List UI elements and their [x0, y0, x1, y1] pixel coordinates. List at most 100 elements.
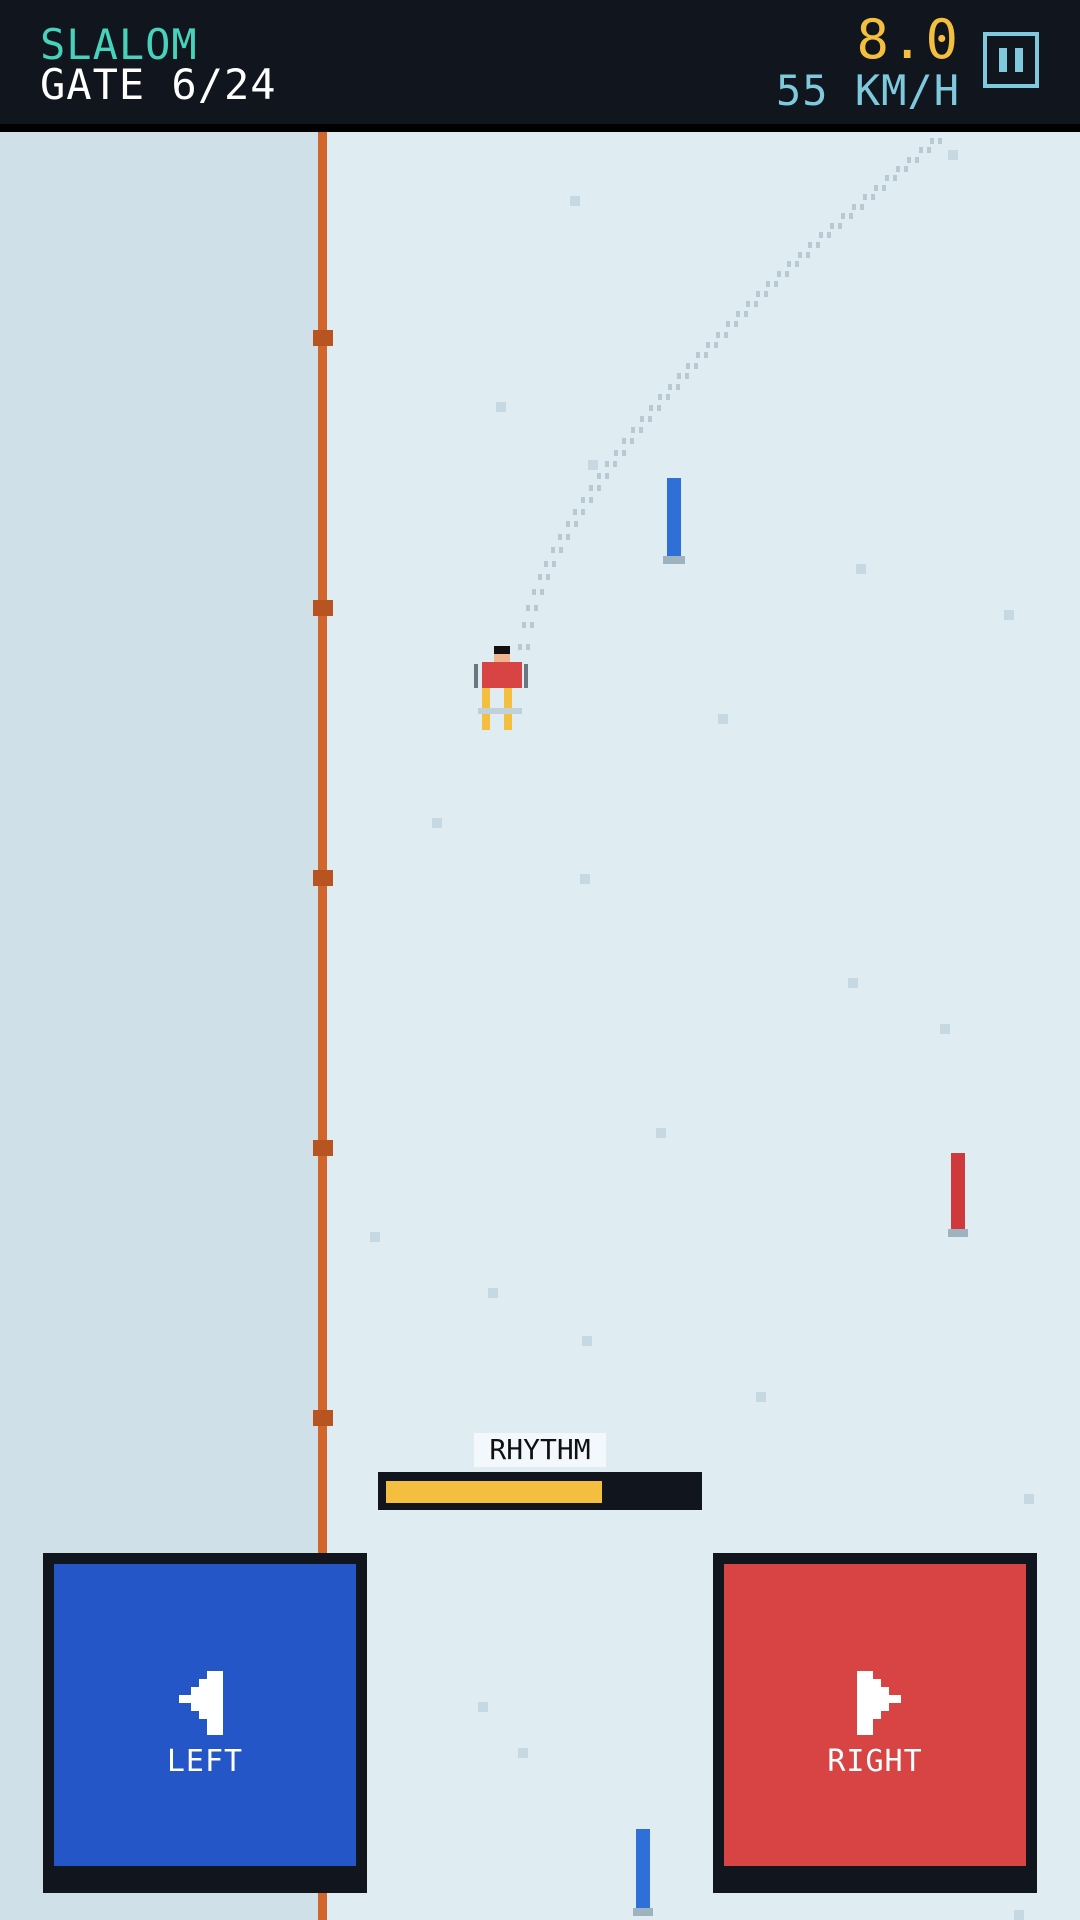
snow-speck — [656, 1128, 666, 1138]
ski-trail-mark — [613, 449, 618, 456]
snow-speck — [756, 1392, 766, 1402]
ski-trail-mark — [639, 427, 644, 434]
gate-counter: GATE 6/24 — [40, 60, 277, 109]
ski-trail-mark — [755, 291, 760, 298]
snow-speck — [518, 1748, 528, 1758]
ski-trail-mark — [881, 184, 886, 191]
ski-trail-mark — [537, 574, 542, 581]
gate-pole-red — [951, 1153, 965, 1231]
ski-trail-mark — [558, 533, 563, 540]
snow-speck — [432, 818, 442, 828]
arrow-right-icon — [857, 1671, 901, 1735]
ski-trail-mark — [918, 147, 923, 154]
snow-speck — [588, 460, 598, 470]
ski-trail-mark — [622, 438, 627, 445]
ski-trail-mark — [743, 311, 748, 318]
ski-trail-mark — [926, 147, 931, 154]
ski-trail-mark — [808, 241, 813, 248]
steer-left-button[interactable]: LEFT — [43, 1553, 367, 1893]
ski-trail-mark — [840, 213, 845, 220]
ski-trail-mark — [529, 621, 534, 628]
ski-trail-mark — [544, 560, 549, 567]
ski-trail-mark — [551, 547, 556, 554]
ski-trail-mark — [649, 405, 654, 412]
snow-spray — [478, 708, 522, 714]
ski-trail-mark — [753, 301, 758, 308]
steer-left-face: LEFT — [54, 1564, 356, 1866]
ski-trail-mark — [696, 352, 701, 359]
ski-trail-mark — [930, 138, 934, 144]
ski-trail-mark — [795, 261, 800, 268]
ski-trail-mark — [826, 232, 831, 239]
ski-trail-mark — [715, 331, 720, 338]
steer-right-button[interactable]: RIGHT — [713, 1553, 1037, 1893]
ski-trail-mark — [915, 156, 920, 163]
fence-post — [313, 1140, 333, 1156]
snow-speck — [570, 196, 580, 206]
ski-trail-mark — [713, 341, 718, 348]
ski-trail-mark — [903, 165, 908, 172]
speed-readout: 55 KM/H — [775, 66, 960, 115]
ski-trail-mark — [763, 291, 768, 298]
ski-trail-mark — [745, 301, 750, 308]
ski-trail-mark — [596, 472, 601, 479]
ski-trail-mark — [895, 165, 900, 172]
ski-trail-mark — [631, 427, 636, 434]
ski-trail-mark — [873, 184, 878, 191]
ski-trail-mark — [580, 496, 585, 503]
pause-button[interactable] — [983, 32, 1039, 88]
arrow-left-icon — [179, 1671, 223, 1735]
ski-trail-mark — [684, 373, 689, 380]
snow-speck — [1004, 610, 1014, 620]
steer-left-label: LEFT — [166, 1744, 244, 1779]
ski-trail-mark — [621, 449, 626, 456]
ski-trail-mark — [884, 175, 889, 182]
ski-trail-mark — [774, 281, 779, 288]
snow-speck — [478, 1702, 488, 1712]
ski-trail-mark — [797, 251, 802, 258]
ski-trail-mark — [666, 394, 671, 401]
gate-pole-base — [633, 1908, 653, 1916]
ski-trail-mark — [613, 461, 618, 468]
skier-hair — [494, 646, 510, 654]
ski-trail-mark — [648, 416, 653, 423]
ski-trail-mark — [766, 281, 771, 288]
ski-trail-mark — [723, 331, 728, 338]
steer-right-label: RIGHT — [827, 1744, 923, 1779]
ski-trail-mark — [805, 251, 810, 258]
pause-icon-bar — [1015, 48, 1023, 72]
ski-trail-mark — [851, 203, 856, 210]
ski-trail-mark — [534, 604, 539, 611]
skier-jacket — [482, 662, 522, 688]
gate-pole-base — [663, 556, 685, 564]
rhythm-meter-fill — [386, 1481, 602, 1503]
fence-post — [313, 870, 333, 886]
ski-trail-mark — [818, 232, 823, 239]
ski-trail-mark — [596, 484, 601, 491]
ski-trail-mark — [892, 175, 897, 182]
ski-trail-mark — [859, 203, 864, 210]
ski-trail-mark — [588, 484, 593, 491]
ski-trail-mark — [675, 383, 680, 390]
skier-player — [474, 646, 528, 730]
ski-trail-mark — [581, 508, 586, 515]
snow-speck — [718, 714, 728, 724]
ski-trail-mark — [604, 472, 609, 479]
ski-trail-mark — [705, 341, 710, 348]
snow-speck — [1024, 1494, 1034, 1504]
snow-speck — [848, 978, 858, 988]
ski-trail-mark — [907, 156, 912, 163]
ski-trail-mark — [526, 604, 531, 611]
ski-trail-mark — [784, 271, 789, 278]
ski-trail-mark — [676, 373, 681, 380]
ski-trail-mark — [787, 261, 792, 268]
top-hud: SLALOM GATE 6/24 8.0 55 KM/H — [0, 0, 1080, 132]
ski-trail-mark — [667, 383, 672, 390]
snow-speck — [856, 564, 866, 574]
ski-trail-mark — [725, 321, 730, 328]
fence-post — [313, 1410, 333, 1426]
ski-trail-mark — [658, 394, 663, 401]
fence-post — [313, 330, 333, 346]
snow-speck — [1014, 1910, 1024, 1920]
ski-trail-mark — [539, 589, 544, 596]
